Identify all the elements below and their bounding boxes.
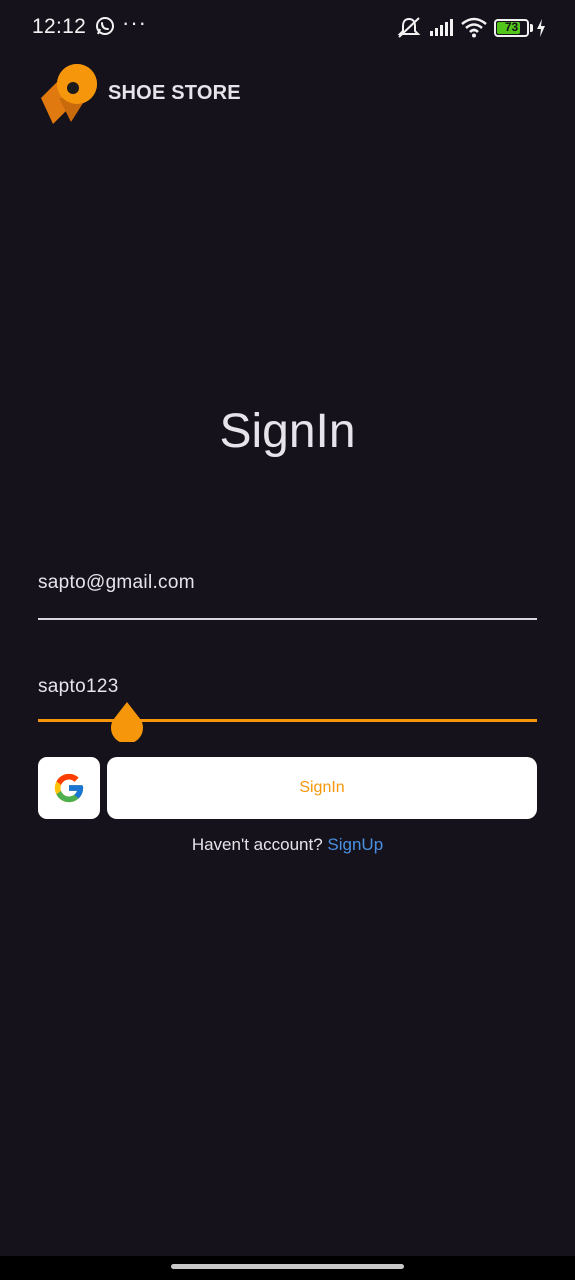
email-field[interactable]: sapto@gmail.com [38, 560, 537, 620]
home-indicator[interactable] [171, 1264, 404, 1269]
wifi-icon [461, 17, 487, 38]
navigation-bar [0, 1256, 575, 1280]
status-time: 12:12 [32, 15, 87, 38]
mute-icon [397, 17, 421, 38]
location-pin-logo [41, 64, 97, 124]
signal-icon [430, 19, 453, 36]
signup-prompt: Haven't account? SignUp [0, 835, 575, 855]
signup-link[interactable]: SignUp [327, 835, 383, 854]
status-bar: 12:12 ··· 73 [0, 0, 575, 56]
password-field[interactable]: sapto123 [38, 664, 537, 742]
google-signin-button[interactable] [38, 757, 100, 819]
brand-name: SHOE STORE [108, 82, 241, 104]
email-underline [38, 618, 537, 620]
password-value: sapto123 [38, 676, 119, 697]
signin-button[interactable]: SignIn [107, 757, 537, 819]
signup-prompt-text: Haven't account? [191, 835, 323, 854]
more-icon: ··· [122, 10, 147, 35]
google-icon [54, 773, 84, 803]
battery-icon: 73 [494, 19, 529, 37]
charging-icon [537, 19, 545, 37]
whatsapp-icon [96, 17, 114, 35]
page-title: SignIn [219, 405, 356, 458]
battery-level: 73 [504, 20, 519, 34]
text-cursor-handle[interactable] [110, 700, 144, 742]
battery-tip [530, 24, 533, 32]
email-value: sapto@gmail.com [38, 572, 195, 593]
